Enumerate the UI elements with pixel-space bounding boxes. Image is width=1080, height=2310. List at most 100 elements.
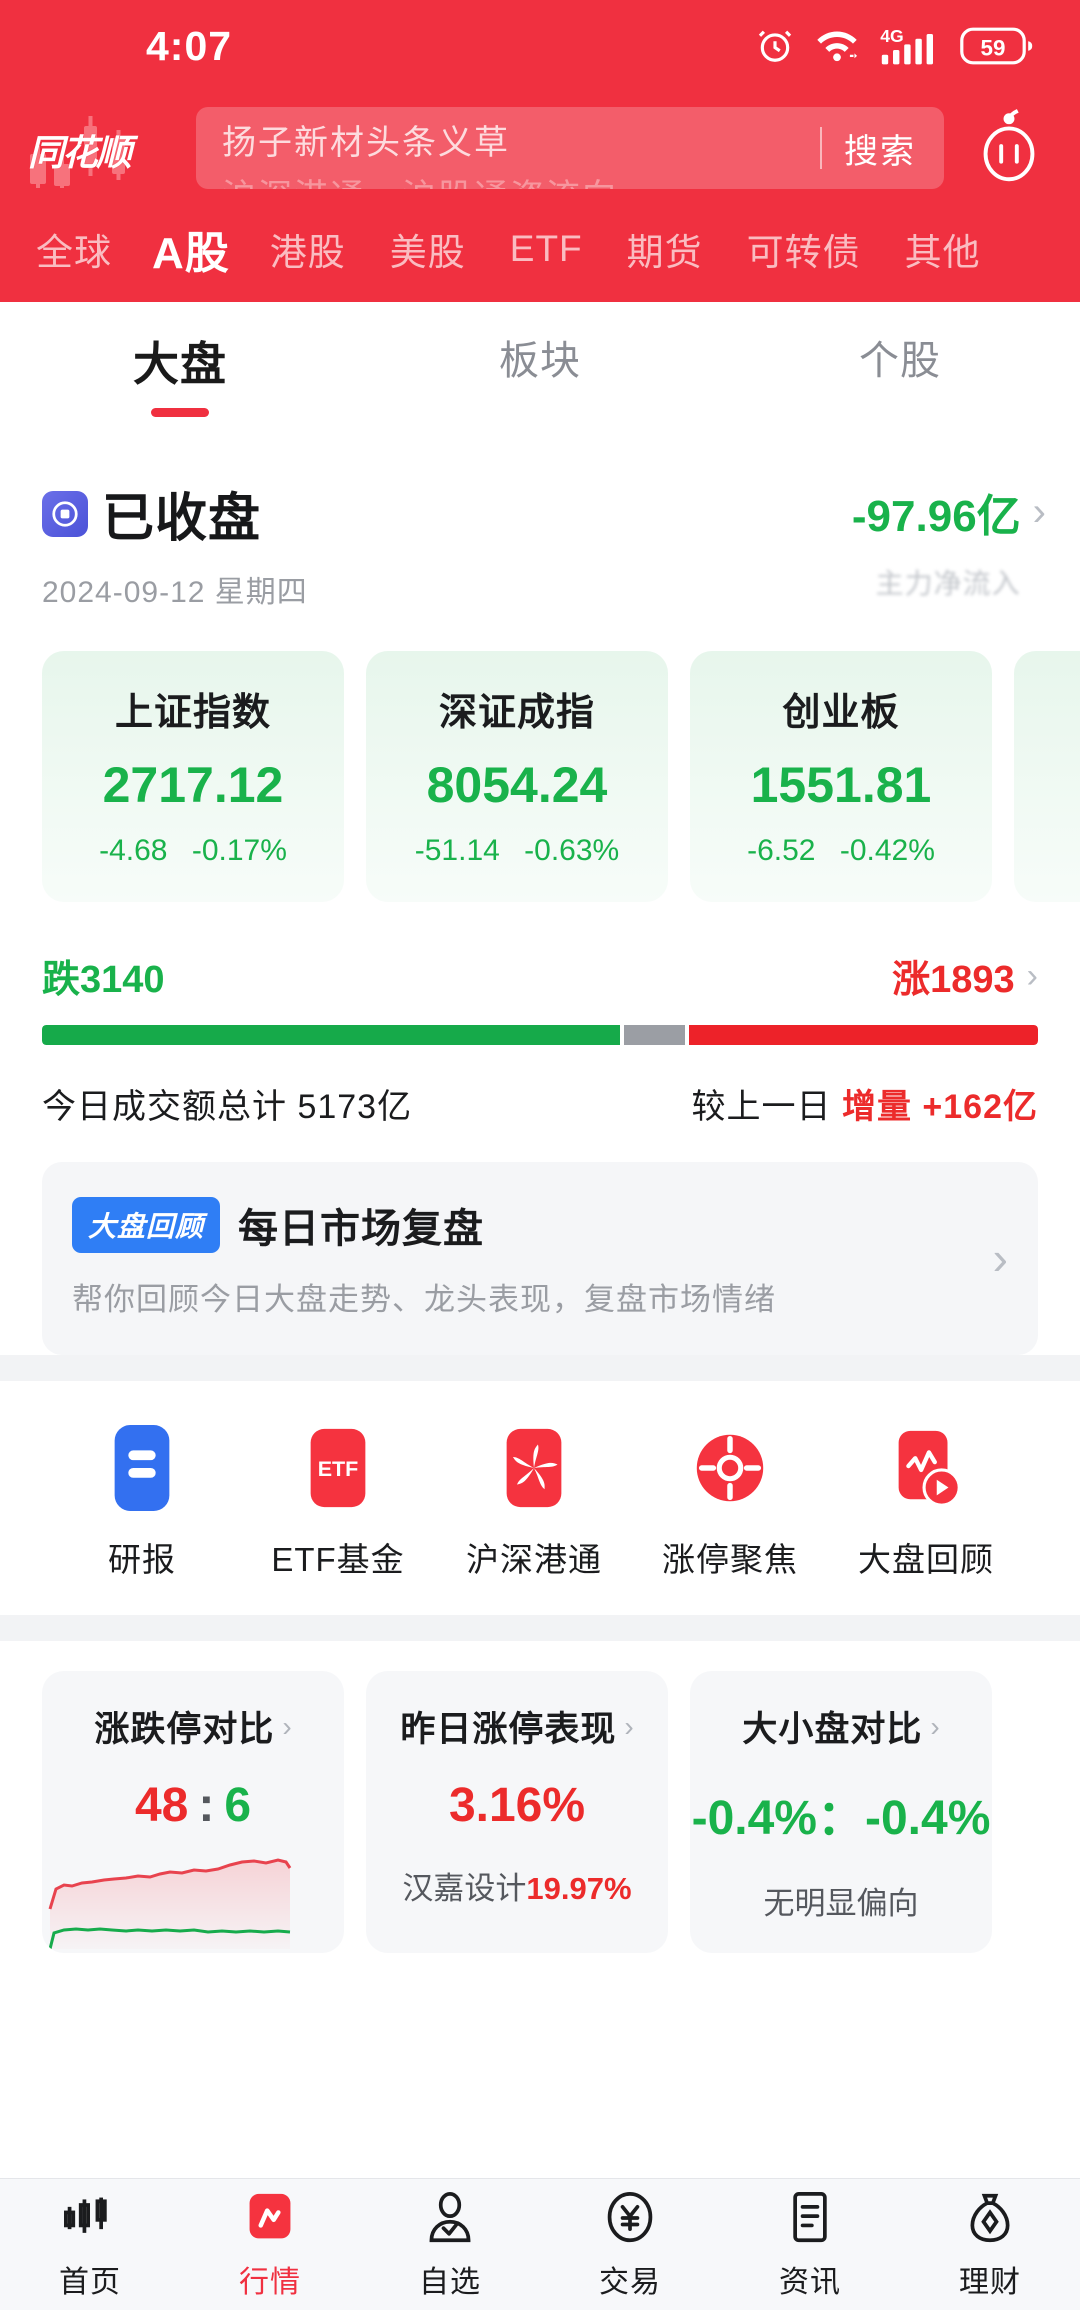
candlestick-icon: [62, 2189, 118, 2247]
tab-futures[interactable]: 期货: [605, 222, 725, 276]
quick-entry-auction[interactable]: 夏 集合: [1024, 1425, 1080, 1581]
tab-global[interactable]: 全球: [14, 222, 134, 276]
tab-others[interactable]: 其他: [883, 222, 1003, 276]
bottom-navigation[interactable]: 首页 行情 自选 交易 资讯 理财: [0, 2178, 1080, 2310]
index-change: -51.14: [414, 834, 500, 867]
index-delta: -4.68 -0.17%: [42, 834, 344, 868]
search-hint-scroller: 扬子新材头条义草 沪深港通 沪股通资流向: [222, 107, 810, 189]
breadth-rise-count: 涨1893: [892, 959, 1015, 1001]
stat-card-header: 大小盘对比 ›: [742, 1701, 939, 1752]
stat-card-limit-compare[interactable]: 涨跌停对比 › 48:6: [42, 1671, 344, 1953]
daily-review-text: 大盘回顾 每日市场复盘 帮你回顾今日大盘走势、龙头表现，复盘市场情绪: [72, 1196, 776, 1319]
wealth-bag-icon: [962, 2189, 1018, 2247]
active-underline: [151, 408, 209, 417]
chevron-right-icon: ›: [930, 1710, 940, 1742]
tab-us-shares[interactable]: 美股: [368, 222, 488, 276]
app-header: 4:07 4G 59 同花顺 扬子新材头条义草 搜索 全球 A股 港股 美股 E…: [0, 0, 1080, 302]
quick-entry-limit-up[interactable]: 涨停聚焦: [632, 1425, 828, 1581]
index-value: 2717.12: [102, 757, 284, 813]
quick-entry-label: 沪深港通: [466, 1541, 602, 1578]
limit-down-count: 6: [224, 1779, 252, 1832]
robot-assistant-icon[interactable]: [968, 107, 1050, 189]
section-tabs[interactable]: 大盘 板块 个股: [0, 302, 1080, 432]
quick-entry-label: ETF基金: [271, 1541, 405, 1578]
subtab-label: 个股: [859, 339, 941, 383]
stat-card-large-small-compare[interactable]: 大小盘对比 › -0.4%：-0.4% 无明显偏向: [690, 1671, 992, 1953]
app-logo: 同花顺: [22, 108, 182, 188]
limit-up-count: 48: [134, 1779, 189, 1832]
market-status-row: 已收盘 2024-09-12 星期四 -97.96亿 主力净流入 ›: [0, 432, 1080, 611]
stat-card-list[interactable]: 涨跌停对比 › 48:6 昨日涨停表现 › 3.16% 汉嘉设计19.97% 大…: [0, 1641, 1080, 1993]
daily-review-subtitle: 帮你回顾今日大盘走势、龙头表现，复盘市场情绪: [72, 1282, 776, 1317]
index-percent: -0.42%: [839, 834, 935, 867]
search-hint-secondary: 沪深港通 沪股通资流向: [222, 169, 810, 189]
quick-entry-market-review[interactable]: 大盘回顾: [828, 1425, 1024, 1581]
nav-label: 理财: [959, 2265, 1021, 2299]
quick-entry-list[interactable]: 研报 ETF ETF基金 沪深港通 涨停聚焦 大盘回顾: [0, 1425, 1080, 1581]
tab-convertible-bonds[interactable]: 可转债: [725, 222, 883, 276]
index-percent: -0.17%: [191, 834, 287, 867]
search-button[interactable]: 搜索: [844, 124, 944, 173]
index-name: 创业板: [782, 692, 900, 734]
subtab-stocks[interactable]: 个股: [720, 328, 1080, 386]
value-separator: :: [198, 1779, 215, 1832]
subtab-market-index[interactable]: 大盘: [0, 328, 360, 417]
index-name: 上证指数: [114, 692, 271, 734]
research-report-icon: [99, 1425, 185, 1511]
alarm-clock-icon: [756, 27, 794, 65]
index-card[interactable]: 深证成指 8054.24 -51.14 -0.63%: [366, 651, 668, 902]
subtab-label: 板块: [499, 339, 581, 383]
stat-note-percent: 19.97%: [526, 1871, 632, 1906]
index-card[interactable]: 上证指数 2717.12 -4.68 -0.17%: [42, 651, 344, 902]
nav-item-home[interactable]: 首页: [0, 2189, 180, 2301]
stock-connect-icon: [491, 1425, 577, 1511]
quick-entry-stock-connect[interactable]: 沪深港通: [436, 1425, 632, 1581]
chevron-right-icon: ›: [1032, 490, 1046, 534]
breadth-bar-fall: [42, 1025, 621, 1045]
stat-card-header: 昨日涨停表现 ›: [400, 1701, 633, 1752]
daily-review-title: 每日市场复盘: [238, 1207, 485, 1251]
index-value: 1551.81: [750, 757, 932, 813]
tab-a-shares[interactable]: A股: [134, 217, 248, 281]
svg-text:4G: 4G: [880, 26, 903, 46]
section-divider: [0, 1355, 1080, 1381]
quick-entry-research[interactable]: 研报: [44, 1425, 240, 1581]
index-card[interactable]: 创业板 1551.81 -6.52 -0.42%: [690, 651, 992, 902]
status-icons: 4G 59: [756, 26, 1034, 66]
nav-item-quotes[interactable]: 行情: [180, 2189, 360, 2301]
tab-hk-shares[interactable]: 港股: [248, 222, 368, 276]
index-card-list[interactable]: 上证指数 2717.12 -4.68 -0.17% 深证成指 8054.24 -…: [0, 611, 1080, 902]
search-row: 同花顺 扬子新材头条义草 沪深港通 沪股通资流向 搜索: [0, 92, 1080, 204]
nav-item-news[interactable]: 资讯: [720, 2189, 900, 2301]
stat-note-name: 汉嘉设计: [402, 1871, 527, 1906]
index-card-partial[interactable]: [1014, 651, 1080, 902]
daily-review-banner[interactable]: 大盘回顾 每日市场复盘 帮你回顾今日大盘走势、龙头表现，复盘市场情绪 ›: [42, 1162, 1038, 1355]
nav-item-trade[interactable]: 交易: [540, 2189, 720, 2301]
quick-entry-etf[interactable]: ETF ETF基金: [240, 1425, 436, 1581]
stat-card-value: -0.4%：-0.4%: [691, 1792, 991, 1845]
search-input[interactable]: 扬子新材头条义草 沪深港通 沪股通资流向 搜索: [196, 107, 944, 189]
market-date: 2024-09-12 星期四: [42, 576, 308, 609]
quick-entry-label: 涨停聚焦: [662, 1541, 798, 1578]
svg-text:59: 59: [981, 36, 1006, 61]
market-status-title: 已收盘: [102, 490, 262, 548]
market-tabs[interactable]: 全球 A股 港股 美股 ETF 期货 可转债 其他: [0, 204, 1080, 302]
turnover-total: 今日成交额总计 5173亿: [42, 1088, 413, 1126]
subtab-sectors[interactable]: 板块: [360, 328, 720, 386]
nav-item-watchlist[interactable]: 自选: [360, 2189, 540, 2301]
nav-item-wealth[interactable]: 理财: [900, 2189, 1080, 2301]
breadth-rise-entry[interactable]: 涨1893 ›: [892, 948, 1038, 1003]
stat-card-yesterday-limitup[interactable]: 昨日涨停表现 › 3.16% 汉嘉设计19.97%: [366, 1671, 668, 1953]
quick-entry-label: 大盘回顾: [858, 1541, 994, 1578]
chevron-right-icon: ›: [992, 1231, 1008, 1284]
daily-review-tag: 大盘回顾: [72, 1197, 221, 1253]
stat-card-note: 汉嘉设计19.97%: [402, 1863, 631, 1908]
nav-label: 行情: [239, 2265, 301, 2299]
app-screen: 4:07 4G 59 同花顺 扬子新材头条义草 搜索 全球 A股 港股 美股 E…: [0, 0, 1080, 2310]
turnover-row: 今日成交额总计 5173亿 较上一日 增量 +162亿: [42, 1079, 1038, 1128]
stat-card-title: 涨跌停对比: [94, 1710, 275, 1749]
quick-entry-label: 研报: [108, 1541, 176, 1578]
stat-card-note: 无明显偏向: [763, 1886, 919, 1921]
tab-etf[interactable]: ETF: [488, 228, 605, 270]
capital-flow-entry[interactable]: -97.96亿 主力净流入 ›: [852, 476, 1046, 602]
